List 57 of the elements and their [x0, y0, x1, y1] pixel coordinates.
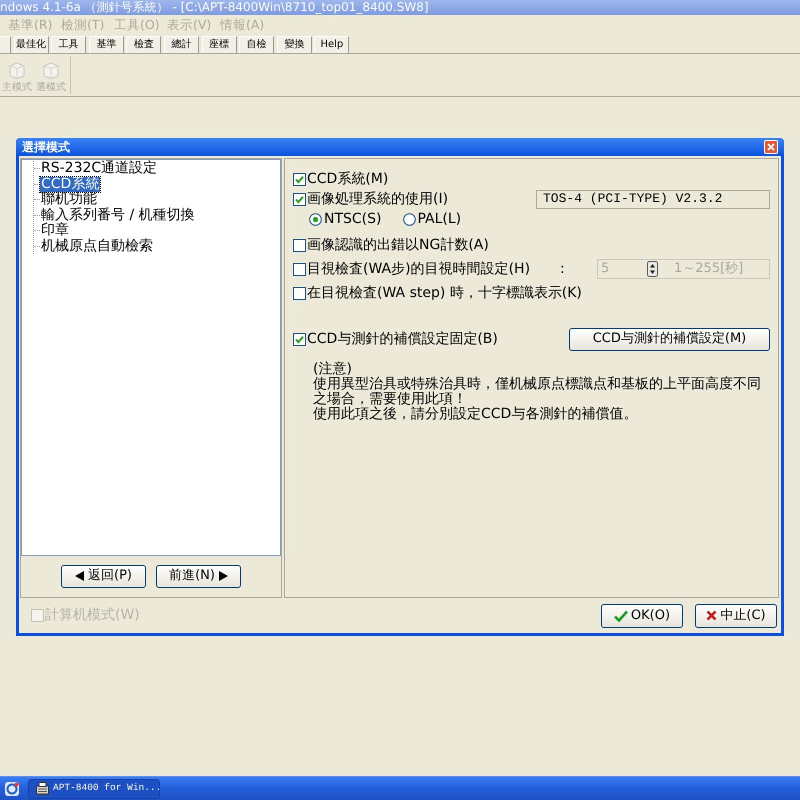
forward-button[interactable]: 前進(N)	[156, 564, 241, 588]
toolbar-tab[interactable]: 自檢	[239, 36, 274, 53]
range-label: 1～255[秒]	[674, 260, 744, 278]
note-heading: (注意)	[313, 362, 353, 377]
checkbox-label: 在目視檢査(WA step) 時，十字標識表示(K)	[307, 284, 582, 302]
checkbox-label: 目視檢査(WA步)的目視時間設定(H)	[307, 260, 530, 278]
radio-label: NTSC(S)	[324, 210, 382, 228]
cancel-button[interactable]: 中止(C)	[695, 604, 777, 628]
left-triangle-icon	[75, 571, 84, 581]
checkmark-icon	[614, 610, 628, 622]
cube-icon	[9, 62, 25, 79]
toolbar-tab[interactable]: 檢査	[126, 36, 162, 53]
toolbar-tab[interactable]: 總計	[164, 36, 199, 53]
tree-item[interactable]: 聯机功能	[40, 192, 98, 208]
tree-item[interactable]: 机械原点自動檢索	[40, 238, 154, 254]
checkbox[interactable]	[293, 172, 306, 186]
toolbar-tab[interactable]: 工具	[51, 36, 86, 53]
note-paragraph: 使用異型治具或特殊治具時，僅机械原点標識点和基板的上平面高度不同之場合，需要使用此項！	[313, 377, 762, 407]
checkbox-label: CCD与測針的補償設定固定(B)	[307, 330, 498, 348]
note-paragraph: 使用此項之後，請分別設定CCD与各測針的補償值。	[313, 407, 638, 422]
radio-button[interactable]	[402, 212, 416, 226]
compensation-settings-button[interactable]: CCD与測針的補償設定(M)	[569, 328, 770, 350]
tree-item[interactable]: CCD系統	[40, 176, 100, 192]
partial-tab[interactable]	[0, 36, 11, 53]
spin-value: 5	[601, 260, 610, 278]
dialog-title: 選擇模式	[22, 139, 70, 156]
checkbox[interactable]	[293, 192, 306, 206]
close-icon	[767, 143, 775, 151]
taskbar-button[interactable]: APT-8400 for Win...	[28, 778, 160, 798]
toolbar-tab[interactable]: Help	[314, 36, 350, 53]
right-triangle-icon	[218, 571, 228, 581]
toolbar-tab[interactable]: 座標	[202, 36, 237, 53]
ring-icon[interactable]	[4, 780, 20, 796]
tree-item[interactable]: 輸入系列番号 / 机種切換	[40, 208, 196, 223]
tree-item[interactable]: RS-232C通道設定	[40, 161, 158, 176]
ok-button[interactable]: OK(O)	[601, 604, 683, 628]
checkbox-label: CCD系統(M)	[307, 170, 388, 188]
checkbox[interactable]	[293, 332, 306, 346]
checkbox[interactable]	[293, 238, 306, 252]
toolbar-tab[interactable]: 最佳化	[14, 36, 49, 53]
checkbox[interactable]	[293, 286, 306, 300]
back-button[interactable]: 返回(P)	[61, 564, 146, 588]
cube-icon	[43, 62, 59, 79]
checkbox-label: 画像認識的出錯以NG計数(A)	[307, 236, 489, 254]
radio-button[interactable]	[309, 212, 322, 226]
radio-label: PAL(L)	[418, 210, 462, 228]
cross-icon	[706, 610, 718, 621]
checkbox[interactable]	[293, 262, 306, 276]
version-field: TOS-4 (PCI-TYPE) V2.3.2	[536, 190, 770, 208]
toolbar-tab[interactable]: 變換	[276, 36, 312, 53]
checkbox-label: 画像処理系統的使用(I)	[307, 190, 448, 208]
tree-item[interactable]: 印章	[40, 223, 70, 238]
toolbar-tab[interactable]: 基準	[88, 36, 124, 53]
printer-icon	[36, 782, 49, 795]
window-title: ndows 4.1-6a （測針号系統） - [C:\APT-8400Win\8710_top01_8400.SW8]	[0, 0, 429, 15]
close-button[interactable]	[764, 140, 778, 154]
separator-colon: :	[560, 260, 565, 278]
